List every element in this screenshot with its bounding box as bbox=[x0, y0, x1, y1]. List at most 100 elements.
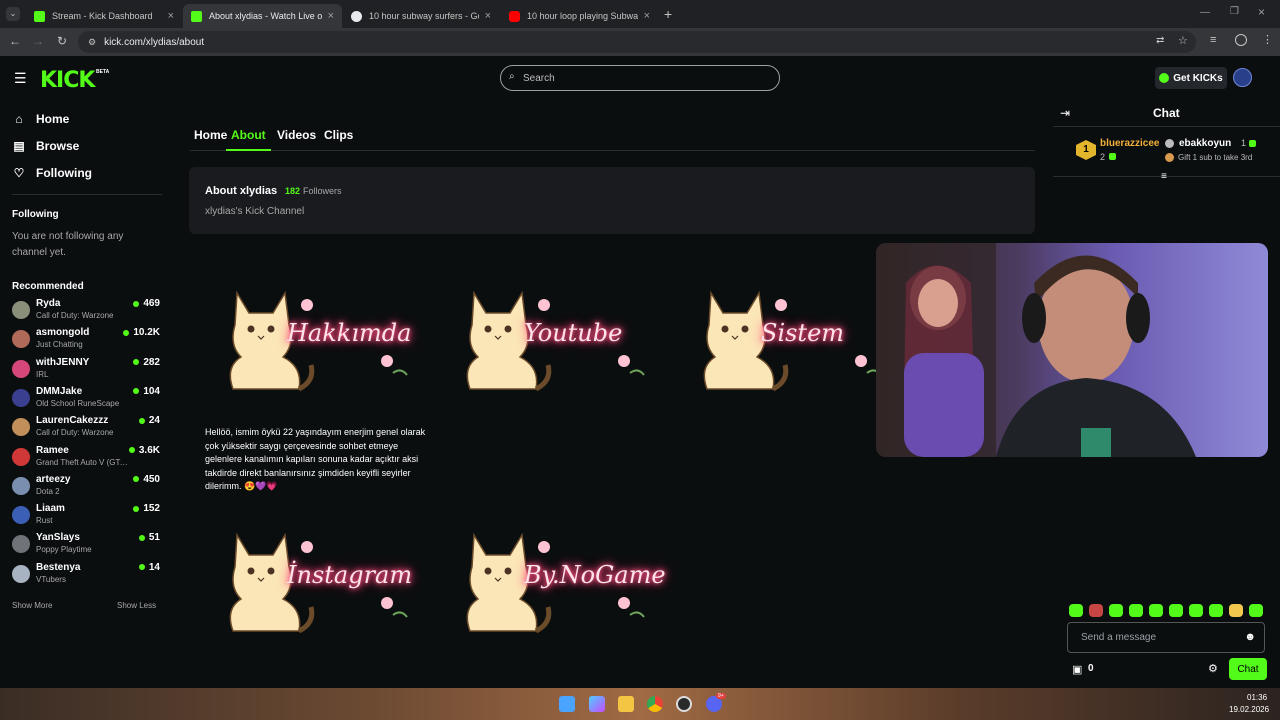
emote-icon[interactable] bbox=[1109, 604, 1123, 617]
tab-title: About xlydias - Watch Live on Kick bbox=[209, 11, 322, 21]
browser-tab[interactable]: Stream - Kick Dashboard × bbox=[26, 4, 182, 28]
panel-title: Sistem bbox=[761, 319, 845, 347]
browser-tab[interactable]: 10 hour loop playing Subway Surfers × bbox=[501, 4, 658, 28]
recommended-channel[interactable]: Ryda Call of Duty: Warzone 469 bbox=[12, 298, 160, 326]
gifter-username[interactable]: ebakkoyun bbox=[1179, 138, 1231, 149]
leader-username[interactable]: bluerazzicee bbox=[1100, 138, 1159, 149]
channel-avatar bbox=[12, 506, 30, 525]
browser-tab-active[interactable]: About xlydias - Watch Live on Kick × bbox=[183, 4, 342, 28]
emote-icon[interactable] bbox=[1189, 604, 1203, 617]
emote-icon[interactable] bbox=[1069, 604, 1083, 617]
following-empty-text: You are not following any channel yet. bbox=[12, 231, 124, 258]
forward-icon[interactable]: → bbox=[30, 34, 46, 48]
file-explorer-icon[interactable] bbox=[618, 696, 634, 712]
recommended-channel[interactable]: LaurenCakezzz Call of Duty: Warzone 24 bbox=[12, 415, 160, 443]
tab-about[interactable]: About bbox=[226, 128, 271, 151]
emoji-icon[interactable]: ☻ bbox=[1244, 631, 1256, 643]
media-control-icon[interactable]: ≡ bbox=[1210, 34, 1216, 46]
expand-leaderboard-icon[interactable]: ≡ bbox=[1161, 171, 1167, 182]
channel-category: Rust bbox=[36, 516, 53, 526]
restore-icon[interactable]: ❐ bbox=[1230, 6, 1239, 17]
sidebar-item-browse[interactable]: ▤ Browse bbox=[12, 139, 79, 153]
reload-icon[interactable]: ↻ bbox=[54, 34, 70, 48]
profile-icon[interactable] bbox=[1235, 34, 1247, 46]
kicks-wallet-icon[interactable]: ▣ bbox=[1072, 663, 1082, 676]
chat-settings-gear-icon[interactable]: ⚙ bbox=[1208, 662, 1218, 675]
recommended-channel[interactable]: Ramee Grand Theft Auto V (GTA V) 3.6K bbox=[12, 445, 160, 473]
about-panel[interactable]: Hakkımda bbox=[205, 285, 411, 415]
recommended-channel[interactable]: YanSlays Poppy Playtime 51 bbox=[12, 532, 160, 560]
about-panel[interactable]: By.NoGame bbox=[442, 527, 666, 657]
browser-tab-strip: ⌄ Stream - Kick Dashboard × About xlydia… bbox=[0, 0, 1280, 28]
close-icon[interactable]: × bbox=[168, 10, 174, 22]
viewer-count: 152 bbox=[133, 503, 160, 514]
tab-clips[interactable]: Clips bbox=[324, 128, 353, 151]
viewer-count-value: 10.2K bbox=[133, 327, 160, 339]
emote-icon[interactable] bbox=[1149, 604, 1163, 617]
clock-time: 01:36 bbox=[1247, 693, 1268, 702]
about-panel[interactable]: Sistem bbox=[679, 285, 882, 415]
get-kicks-button[interactable]: Get KICKs bbox=[1155, 67, 1227, 89]
emote-icon[interactable] bbox=[1169, 604, 1183, 617]
tab-videos[interactable]: Videos bbox=[277, 128, 316, 151]
kick-logo[interactable]: KICK bbox=[40, 68, 95, 93]
kicks-coin-icon bbox=[1159, 73, 1170, 83]
browse-icon: ▤ bbox=[13, 139, 25, 153]
windows-start-icon[interactable] bbox=[559, 696, 575, 712]
channel-category: Old School RuneScape bbox=[36, 398, 120, 408]
collapse-chat-icon[interactable]: ⇥ bbox=[1060, 106, 1070, 120]
channel-avatar bbox=[12, 301, 30, 319]
translate-icon[interactable]: ⇄ bbox=[1156, 35, 1164, 46]
recommended-channel[interactable]: Liaam Rust 152 bbox=[12, 503, 160, 531]
sidebar-item-following[interactable]: ♡ Following bbox=[12, 166, 92, 180]
send-chat-button[interactable]: Chat bbox=[1229, 658, 1267, 680]
recommended-channel[interactable]: Bestenya VTubers 14 bbox=[12, 562, 160, 590]
viewer-count-value: 104 bbox=[143, 385, 160, 397]
back-icon[interactable]: ← bbox=[7, 34, 23, 48]
search-input[interactable]: ⌕ Search bbox=[500, 65, 780, 91]
emote-icon[interactable] bbox=[1229, 604, 1243, 617]
minimize-icon[interactable]: — bbox=[1200, 7, 1210, 18]
emote-icon[interactable] bbox=[1249, 604, 1263, 617]
channel-name: Bestenya bbox=[36, 561, 81, 573]
obs-icon[interactable] bbox=[676, 696, 692, 712]
about-panel[interactable]: Youtube bbox=[442, 285, 645, 415]
new-tab-icon[interactable]: + bbox=[664, 6, 672, 22]
viewer-count: 14 bbox=[138, 562, 160, 573]
emote-icon[interactable] bbox=[1209, 604, 1223, 617]
tab-search-icon[interactable]: ⌄ bbox=[6, 7, 20, 21]
about-panel[interactable]: İnstagram bbox=[205, 527, 412, 657]
window-close-icon[interactable]: × bbox=[1258, 5, 1265, 19]
sidebar-item-home[interactable]: ⌂ Home bbox=[12, 112, 69, 126]
gift-prompt-text: Gift 1 sub to take 3rd bbox=[1178, 153, 1253, 162]
recommended-channel[interactable]: asmongold Just Chatting 10.2K bbox=[12, 327, 160, 355]
emote-icon[interactable] bbox=[1089, 604, 1103, 617]
close-icon[interactable]: × bbox=[485, 10, 491, 22]
hamburger-menu-icon[interactable]: ☰ bbox=[14, 70, 27, 87]
kick-favicon-icon bbox=[191, 10, 202, 22]
chrome-icon[interactable] bbox=[647, 696, 663, 712]
address-bar[interactable]: ⚙ kick.com/xlydias/about bbox=[78, 31, 1196, 53]
recommended-channel[interactable]: DMMJake Old School RuneScape 104 bbox=[12, 386, 160, 414]
browser-tab[interactable]: 10 hour subway surfers - Google × bbox=[343, 4, 499, 28]
bookmark-star-icon[interactable]: ☆ bbox=[1178, 34, 1188, 47]
emote-icon[interactable] bbox=[1129, 604, 1143, 617]
user-avatar[interactable] bbox=[1233, 68, 1252, 87]
tab-title: Stream - Kick Dashboard bbox=[52, 11, 153, 21]
chat-message-input[interactable]: Send a message ☻ bbox=[1067, 622, 1265, 653]
channel-name: YanSlays bbox=[36, 532, 80, 544]
copilot-icon[interactable] bbox=[589, 696, 605, 712]
recommended-channel[interactable]: arteezy Dota 2 450 bbox=[12, 474, 160, 502]
channel-name: DMMJake bbox=[36, 385, 83, 397]
site-info-icon[interactable]: ⚙ bbox=[88, 37, 96, 48]
close-icon[interactable]: × bbox=[328, 10, 334, 22]
browser-menu-icon[interactable]: ⋮ bbox=[1262, 33, 1273, 46]
close-icon[interactable]: × bbox=[644, 10, 650, 22]
channel-name: Ryda bbox=[36, 298, 61, 309]
recommended-channel[interactable]: withJENNY IRL 282 bbox=[12, 357, 160, 385]
show-less-button[interactable]: Show Less bbox=[117, 601, 156, 610]
show-more-button[interactable]: Show More bbox=[12, 601, 52, 610]
tab-home[interactable]: Home bbox=[194, 128, 227, 151]
viewer-count: 450 bbox=[133, 474, 160, 485]
channel-avatar bbox=[12, 476, 30, 495]
